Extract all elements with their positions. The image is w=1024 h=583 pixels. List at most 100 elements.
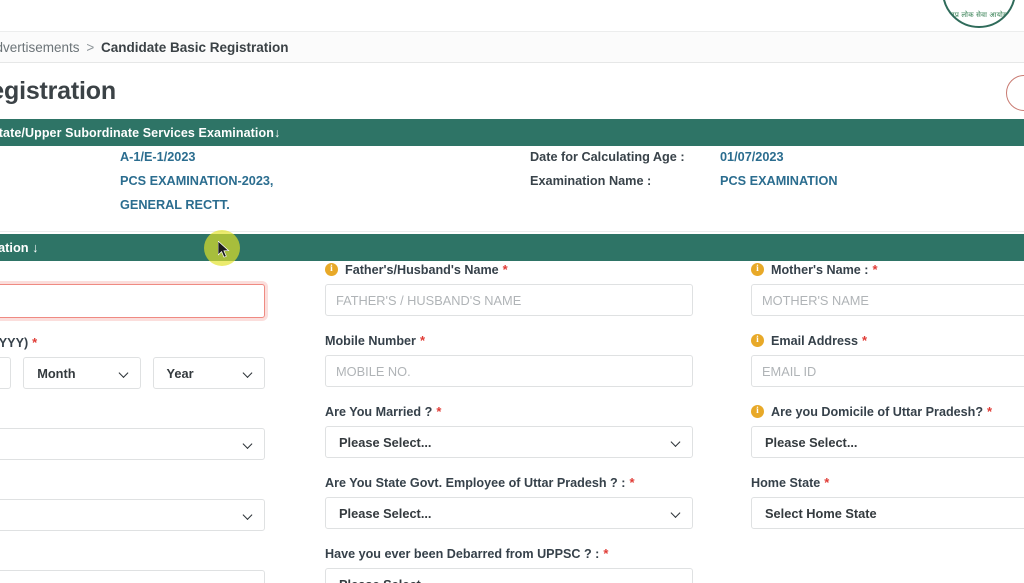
field-column1-select-a — [0, 405, 265, 460]
state-govt-employee-label-text: Are You State Govt. Employee of Uttar Pr… — [325, 475, 626, 490]
domicile-select-value: Please Select... — [765, 434, 858, 450]
father-husband-name-label-text: Father's/Husband's Name — [345, 262, 499, 277]
mother-name-input[interactable]: MOTHER'S NAME — [751, 284, 1024, 316]
exam-banner-title: : Combined State/Upper Subordinate Servi… — [0, 125, 281, 140]
logo-caption: उप्र लोक सेवा आयोग — [950, 12, 1008, 19]
breadcrumb-separator: > — [86, 39, 95, 55]
candidate-name-label: ame * — [0, 261, 265, 278]
married-label: Are You Married ? * — [325, 403, 693, 420]
field-candidate-name: ame * AME — [0, 261, 265, 318]
required-asterisk: * — [502, 262, 508, 277]
field-domicile: i Are you Domicile of Uttar Pradesh? * P… — [751, 403, 1024, 458]
column1-select-a-label — [0, 405, 265, 422]
detail-row: nt : GENERAL RECTT. — [0, 198, 530, 222]
dob-month-select[interactable]: Month — [23, 357, 141, 389]
home-state-label: Home State * — [751, 474, 1024, 491]
district-select-label — [0, 547, 265, 564]
detail-value: PCS EXAMINATION-2023, — [120, 174, 274, 188]
uppsc-logo: उप्र लोक सेवा आयोग — [942, 0, 1016, 28]
chevron-down-icon — [672, 580, 681, 583]
debarred-select[interactable]: Please Select... — [325, 568, 693, 583]
mobile-number-input[interactable]: MOBILE NO. — [325, 355, 693, 387]
exam-details-left: nber : A-1/E-1/2023 PCS EXAMINATION-2023… — [0, 150, 530, 222]
required-asterisk: * — [419, 333, 426, 348]
photo-placeholder-icon[interactable] — [1006, 75, 1024, 111]
breadcrumb-current: Candidate Basic Registration — [100, 39, 289, 55]
form-column-1: ame * AME (DD/MM/YYYY) * — [0, 261, 265, 583]
date-of-birth-label: (DD/MM/YYYY) * — [0, 334, 265, 351]
required-asterisk: * — [987, 404, 993, 419]
form-column-3: i Mother's Name : * MOTHER'S NAME i Emai… — [751, 261, 1024, 545]
info-icon[interactable]: i — [751, 263, 764, 276]
dob-year-value: Year — [166, 365, 194, 381]
breadcrumb-parent[interactable]: ications/Advertisements — [0, 40, 80, 55]
top-strip: उप्र लोक सेवा आयोग — [0, 0, 1024, 31]
exam-details: nber : A-1/E-1/2023 PCS EXAMINATION-2023… — [0, 146, 1024, 232]
chevron-down-icon — [244, 440, 253, 449]
breadcrumb-bar: ications/Advertisements > Candidate Basi… — [0, 31, 1024, 63]
field-date-of-birth: (DD/MM/YYYY) * Month Year — [0, 334, 265, 389]
home-state-select[interactable]: Select Home State — [751, 497, 1024, 529]
married-select[interactable]: Please Select... — [325, 426, 693, 458]
home-state-label-text: Home State — [751, 475, 821, 490]
field-email-address: i Email Address * EMAIL ID — [751, 332, 1024, 387]
state-govt-employee-select[interactable]: Please Select... — [325, 497, 693, 529]
column1-select-b-label — [0, 476, 265, 493]
date-of-birth-label-text: (DD/MM/YYYY) — [0, 335, 29, 350]
chevron-down-icon — [672, 438, 681, 447]
married-select-value: Please Select... — [339, 434, 432, 450]
column1-select-a[interactable] — [0, 428, 265, 460]
required-asterisk: * — [32, 335, 38, 350]
mobile-number-placeholder: MOBILE NO. — [336, 363, 411, 379]
info-icon[interactable]: i — [751, 405, 764, 418]
father-husband-name-input[interactable]: FATHER'S / HUSBAND'S NAME — [325, 284, 693, 316]
field-home-state: Home State * Select Home State — [751, 474, 1024, 529]
mother-name-label-text: Mother's Name : — [771, 262, 869, 277]
field-father-husband-name: i Father's/Husband's Name * FATHER'S / H… — [325, 261, 693, 316]
mother-name-placeholder: MOTHER'S NAME — [762, 292, 869, 308]
column1-select-b[interactable] — [0, 499, 265, 531]
chevron-down-icon — [244, 369, 253, 378]
required-asterisk: * — [603, 546, 609, 561]
detail-value: GENERAL RECTT. — [120, 198, 230, 212]
detail-label: nt : — [0, 198, 120, 212]
domicile-label-text: Are you Domicile of Uttar Pradesh? — [771, 404, 984, 419]
detail-label: Examination Name : — [530, 174, 652, 188]
detail-row: PCS EXAMINATION-2023, — [0, 174, 530, 198]
detail-value: PCS EXAMINATION — [720, 174, 838, 188]
district-select[interactable]: strict — [0, 570, 265, 583]
domicile-select[interactable]: Please Select... — [751, 426, 1024, 458]
dob-year-select[interactable]: Year — [152, 357, 265, 389]
detail-value: A-1/E-1/2023 — [120, 150, 196, 164]
mother-name-label: i Mother's Name : * — [751, 261, 1024, 278]
debarred-select-value: Please Select... — [339, 577, 431, 583]
dob-day-select[interactable] — [0, 357, 12, 389]
email-address-input[interactable]: EMAIL ID — [751, 355, 1024, 387]
breadcrumb: ications/Advertisements > Candidate Basi… — [0, 40, 289, 55]
father-husband-name-label: i Father's/Husband's Name * — [325, 261, 693, 278]
mobile-number-label: Mobile Number * — [325, 332, 693, 349]
married-label-text: Are You Married ? — [325, 404, 433, 419]
chevron-down-icon — [120, 369, 129, 378]
candidate-name-input[interactable]: AME — [0, 284, 265, 318]
field-state-govt-employee: Are You State Govt. Employee of Uttar Pr… — [325, 474, 693, 529]
required-asterisk: * — [436, 404, 442, 419]
home-state-select-value: Select Home State — [765, 505, 877, 521]
father-husband-name-placeholder: FATHER'S / HUSBAND'S NAME — [336, 292, 522, 308]
detail-label: Date for Calculating Age : — [530, 150, 685, 164]
exam-details-right: Date for Calculating Age : 01/07/2023 Ex… — [530, 150, 1020, 198]
field-mobile-number: Mobile Number * MOBILE NO. — [325, 332, 693, 387]
info-icon[interactable]: i — [751, 334, 764, 347]
state-govt-employee-value: Please Select... — [339, 505, 432, 521]
email-address-label: i Email Address * — [751, 332, 1024, 349]
email-address-label-text: Email Address — [771, 333, 859, 348]
date-of-birth-selects: Month Year — [0, 357, 265, 389]
personal-information-section-header[interactable]: al Information ↓ — [0, 234, 1024, 261]
info-icon[interactable]: i — [325, 263, 338, 276]
title-band: e Registration — [0, 63, 1024, 119]
form-column-2: i Father's/Husband's Name * FATHER'S / H… — [325, 261, 693, 583]
mobile-number-label-text: Mobile Number — [325, 333, 416, 348]
required-asterisk: * — [629, 475, 635, 490]
debarred-label: Have you ever been Debarred from UPPSC ?… — [325, 545, 693, 562]
field-debarred: Have you ever been Debarred from UPPSC ?… — [325, 545, 693, 583]
